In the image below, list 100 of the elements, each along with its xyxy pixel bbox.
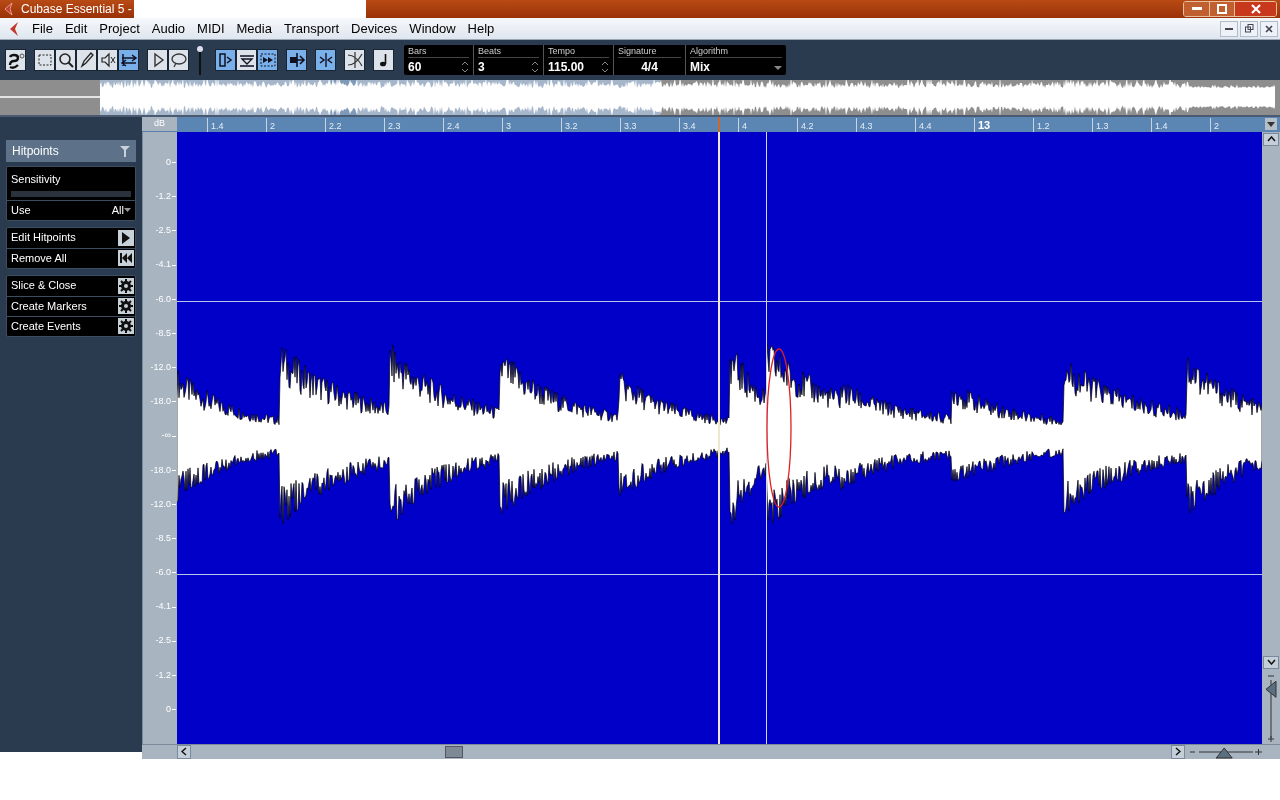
tool-button[interactable] [236, 49, 257, 71]
tool-button[interactable] [315, 49, 336, 71]
field-value[interactable]: 60 [408, 57, 461, 76]
field-label: Tempo [548, 45, 609, 58]
scale-label: -1.2 [155, 668, 171, 682]
scale-label: -2.5 [155, 224, 171, 238]
restore-icon [1244, 24, 1254, 33]
tool-button[interactable] [257, 49, 278, 71]
gear-icon [118, 318, 134, 334]
tool-button[interactable] [168, 49, 189, 71]
field-label: Algorithm [690, 45, 782, 58]
field-value[interactable]: 4/4 [618, 57, 681, 76]
ruler-label: 1.4 [1155, 120, 1168, 132]
scale-label: -2.5 [155, 634, 171, 648]
document-restore-button[interactable] [1240, 20, 1258, 37]
unit-label: dB [154, 117, 165, 130]
action-button[interactable]: Edit Hitpoints [7, 227, 135, 248]
ruler-label: 3.4 [683, 120, 696, 132]
field-label: Bars [408, 45, 469, 58]
use-label: Use [11, 202, 32, 218]
document-minimize-button[interactable] [1220, 20, 1238, 37]
panel-title: Hitpoints [12, 143, 60, 160]
field-value[interactable]: 3 [478, 57, 531, 76]
scale-label: -12.0 [150, 497, 171, 511]
slider-thumb[interactable] [1215, 747, 1233, 758]
caret-down-icon [1267, 121, 1275, 127]
field-value[interactable]: Mix [690, 57, 774, 76]
minimize-icon [1191, 7, 1202, 11]
close-button[interactable] [1234, 2, 1276, 16]
use-dropdown[interactable]: All [111, 201, 131, 219]
menu-item[interactable]: Window [403, 18, 462, 39]
speaker-icon [98, 51, 117, 69]
tool-button[interactable] [34, 49, 55, 71]
field-label: Beats [478, 45, 539, 58]
field-value[interactable]: 115.00 [548, 57, 601, 76]
menu-item[interactable]: Transport [277, 18, 346, 39]
minimize-button[interactable] [1184, 2, 1209, 16]
scale-label: -8.5 [155, 326, 171, 340]
tool-button[interactable] [286, 49, 307, 71]
action-button[interactable]: Slice & Close [7, 275, 135, 296]
ruler-label: 3 [506, 120, 511, 132]
scroll-thumb[interactable] [445, 745, 463, 758]
minimize-icon [1225, 27, 1233, 30]
scale-label: -6.0 [155, 292, 171, 306]
tool-button[interactable] [76, 49, 97, 71]
tool-button[interactable] [118, 49, 139, 71]
ruler-label: 1.2 [1037, 120, 1050, 132]
tool-button[interactable] [215, 49, 236, 71]
action-button[interactable]: Create Markers [7, 295, 135, 316]
slider-thumb[interactable] [1265, 680, 1277, 698]
menu-item[interactable]: Audio [145, 18, 192, 39]
scale-label: -12.0 [150, 360, 171, 374]
window-title: Cubase Essential 5 - [21, 1, 132, 18]
level-fader[interactable] [197, 45, 203, 75]
scale-label: 0 [166, 155, 171, 169]
scale-label: -4.1 [155, 600, 171, 614]
menu-item[interactable]: MIDI [191, 18, 231, 39]
menu-item[interactable]: File [26, 18, 59, 39]
ruler-menu-button[interactable] [1265, 118, 1277, 131]
ruler-label: 4.3 [860, 120, 873, 132]
menu-item[interactable]: Edit [58, 18, 94, 39]
close-icon [1265, 24, 1273, 33]
menu-item[interactable]: Project [93, 18, 146, 39]
document-close-button[interactable] [1260, 20, 1278, 37]
scroll-down-button[interactable] [1263, 655, 1279, 669]
ruler-label: 2.2 [329, 120, 342, 132]
spin-arrows-icon[interactable] [531, 59, 539, 74]
spin-arrows-icon[interactable] [461, 59, 469, 74]
spin-arrows-icon[interactable] [601, 59, 609, 74]
scroll-right-button[interactable] [1171, 744, 1185, 759]
ruler-label: 3.3 [624, 120, 637, 132]
tool-button[interactable] [55, 49, 76, 71]
tool-button[interactable] [373, 49, 394, 71]
action-button[interactable]: Create Events [7, 315, 135, 336]
scroll-left-button[interactable] [177, 744, 191, 759]
close-icon [1250, 4, 1261, 14]
tool-button[interactable] [344, 49, 365, 71]
filter-icon[interactable] [120, 145, 130, 157]
sensitivity-slider[interactable] [11, 190, 131, 197]
scale-label: -1.2 [155, 190, 171, 204]
scale-label: -18.0 [150, 395, 171, 409]
skip-back-icon [118, 250, 134, 266]
scale-label: -∞ [161, 429, 171, 443]
restore-button[interactable] [1209, 2, 1234, 16]
caret-down-icon [1266, 659, 1276, 665]
action-button[interactable]: Remove All [7, 247, 135, 268]
dropdown-arrow-icon [124, 207, 131, 213]
menu-item[interactable]: Devices [345, 18, 404, 39]
menu-item[interactable]: Media [230, 18, 278, 39]
ruler-label: 1.3 [1096, 120, 1109, 132]
gear-icon [118, 298, 134, 314]
tool-button[interactable] [147, 49, 168, 71]
menu-item[interactable]: Help [461, 18, 501, 39]
tool-button[interactable] [97, 49, 118, 71]
hitpoint-icon [216, 51, 235, 69]
gear-icon [118, 277, 134, 294]
crossfade-icon [345, 51, 364, 69]
warp-icon [119, 51, 138, 69]
scroll-up-button[interactable] [1263, 132, 1279, 146]
tool-button[interactable] [5, 49, 26, 71]
